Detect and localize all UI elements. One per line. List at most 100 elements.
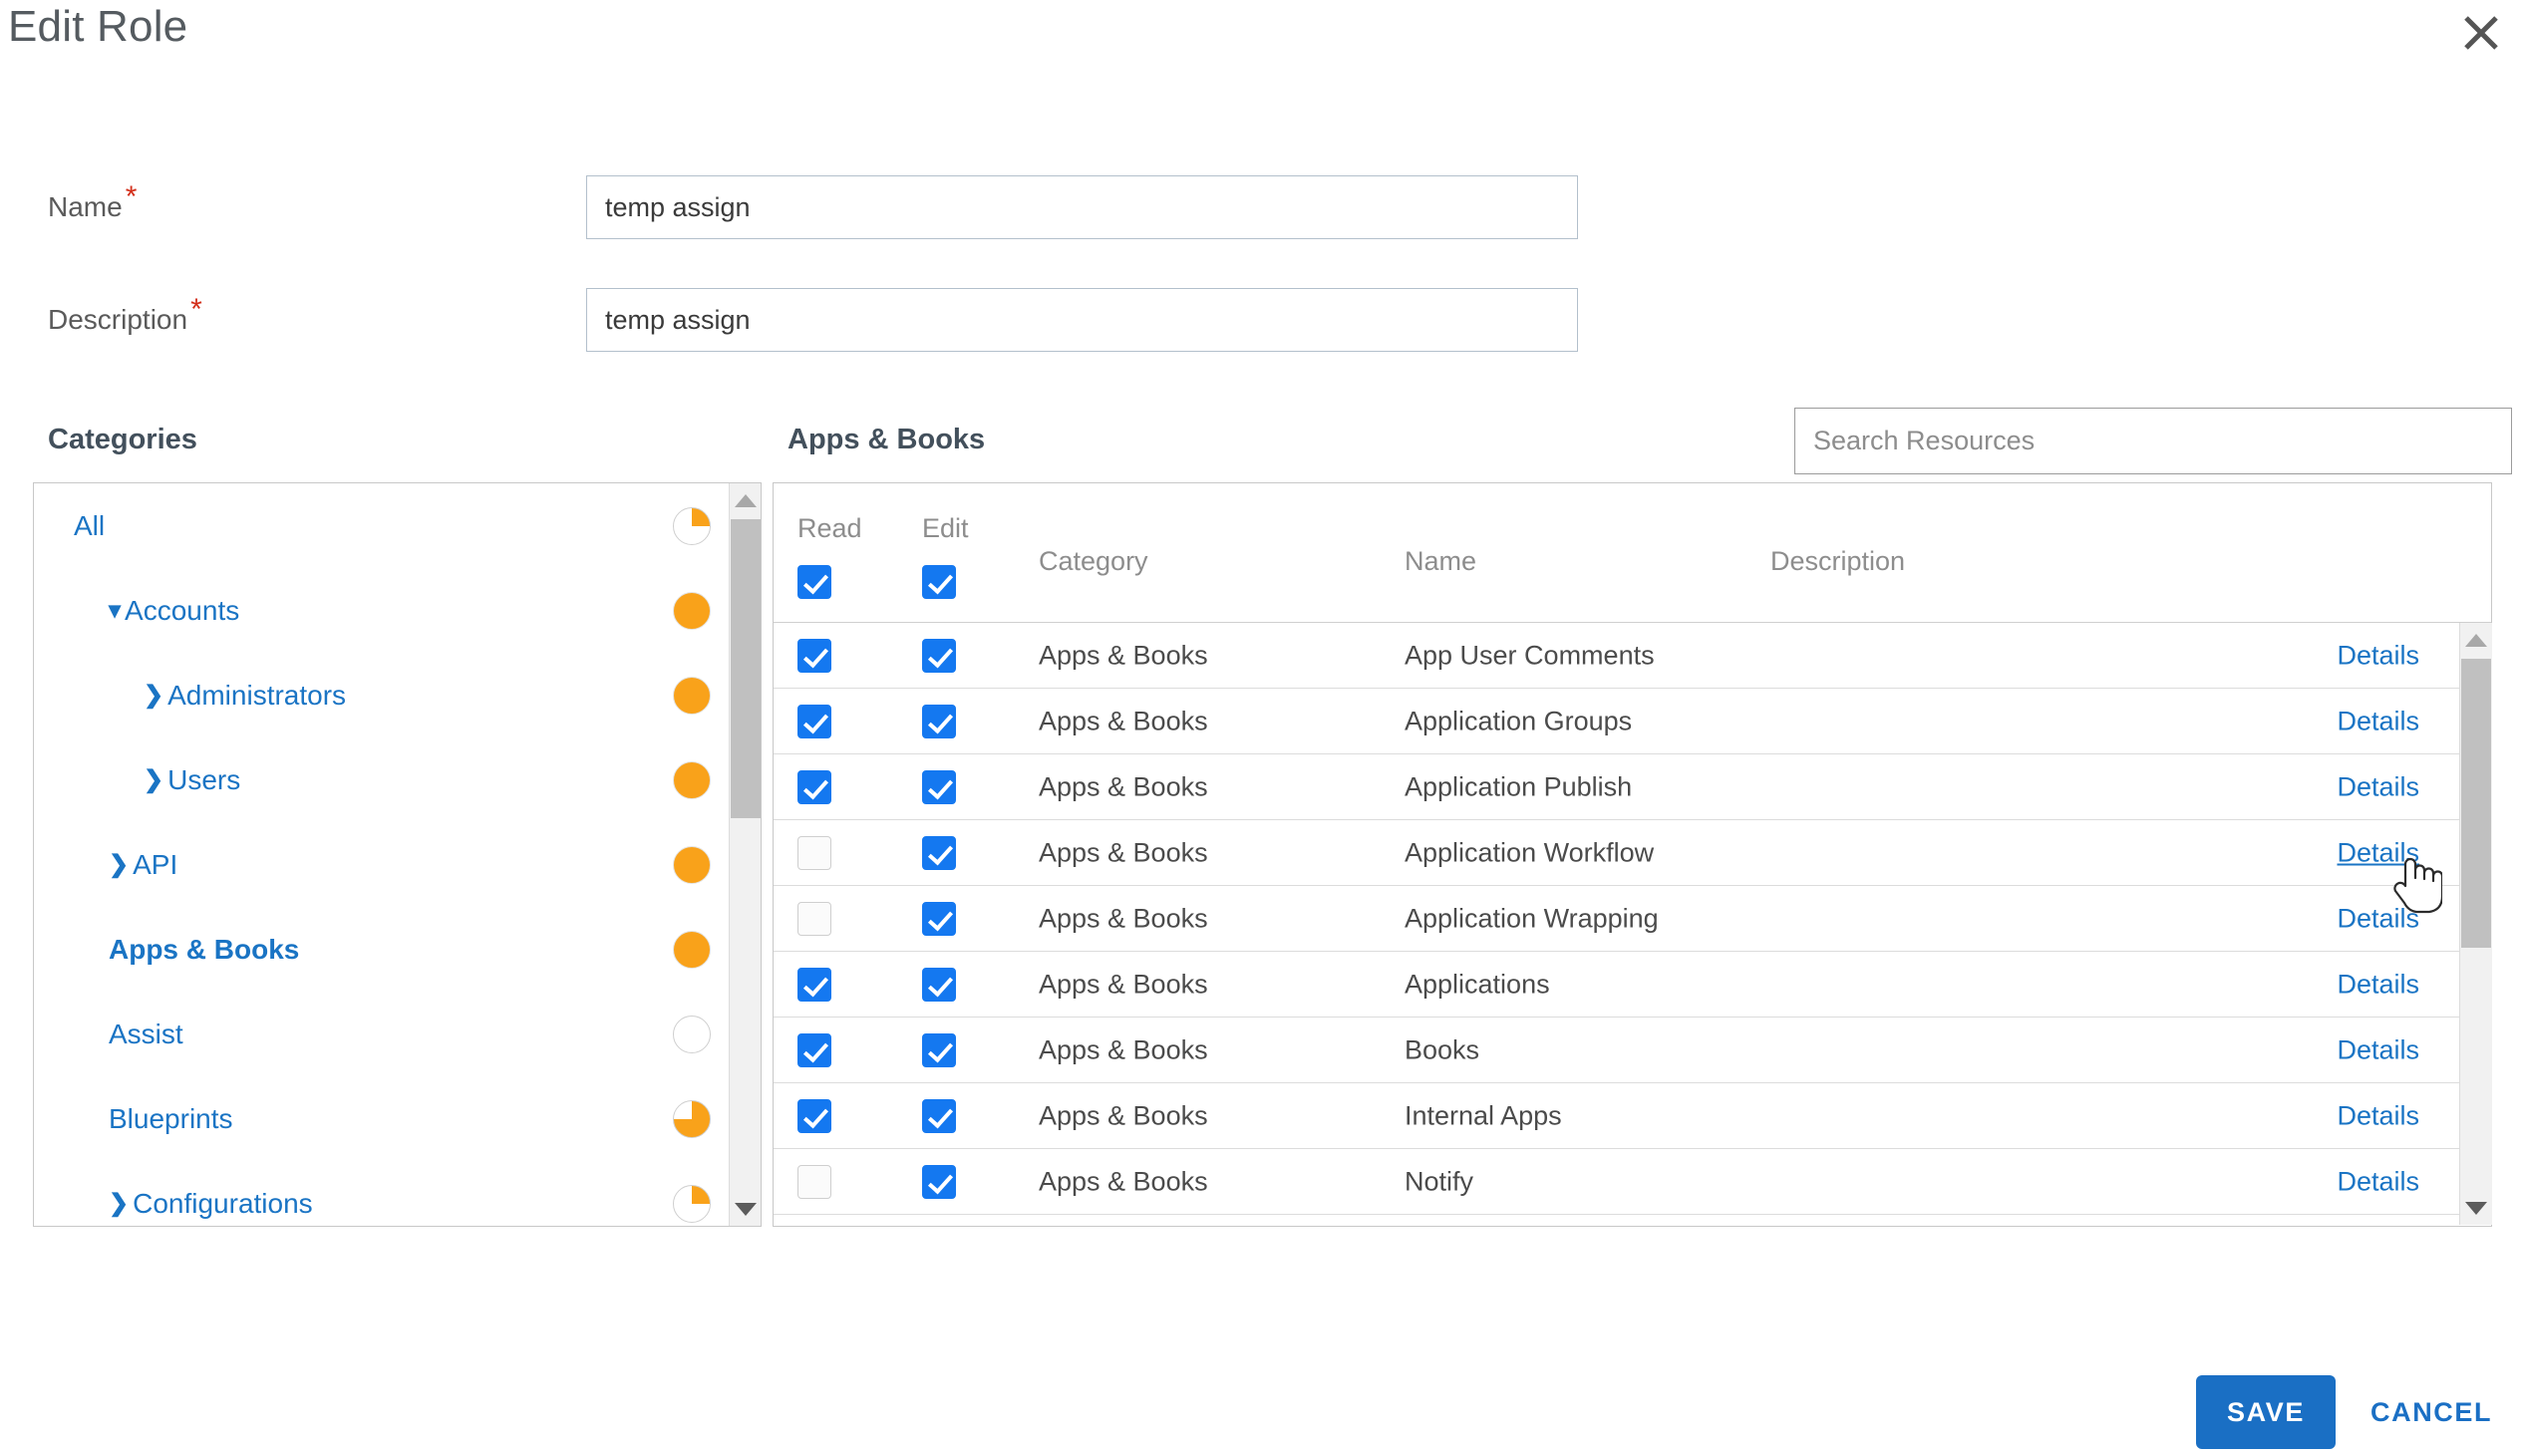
cell-name: App User Comments: [1405, 640, 1655, 670]
search-input[interactable]: [1794, 408, 2512, 474]
category-list: All ▾ Accounts ❯ Administrators ❯ Users ❯ API App…: [34, 483, 729, 1226]
description-required-asterisk: *: [190, 292, 202, 326]
cell-category: Apps & Books: [1039, 1166, 1208, 1196]
read-checkbox[interactable]: [797, 901, 831, 936]
edit-checkbox[interactable]: [922, 1098, 956, 1133]
category-item-configurations[interactable]: ❯ Configurations: [34, 1161, 729, 1226]
category-item-administrators[interactable]: ❯ Administrators: [34, 653, 729, 737]
edit-checkbox[interactable]: [922, 1032, 956, 1067]
column-header-name: Name: [1405, 546, 1477, 576]
cell-category: Apps & Books: [1039, 969, 1208, 999]
resources-scroll-down-icon[interactable]: [2460, 1191, 2492, 1225]
table-row: Apps & Books Application Publish Details: [774, 754, 2461, 820]
cell-name: Application Wrapping: [1405, 903, 1659, 933]
cell-name: Application Publish: [1405, 771, 1633, 801]
cancel-button[interactable]: CANCEL: [2370, 1375, 2492, 1449]
category-permission-pie-icon: [673, 1015, 711, 1053]
chevron-down-icon[interactable]: ▾: [109, 596, 121, 625]
category-permission-pie-icon: [673, 676, 711, 715]
categories-scroll-up-icon[interactable]: [730, 483, 761, 517]
select-all-read-checkbox[interactable]: [797, 565, 831, 599]
resources-scroll-thumb[interactable]: [2461, 659, 2491, 948]
column-header-read: Read: [797, 513, 862, 543]
cell-category: Apps & Books: [1039, 706, 1208, 735]
edit-checkbox[interactable]: [922, 638, 956, 673]
details-link[interactable]: Details: [2337, 771, 2419, 802]
details-link[interactable]: Details: [2337, 969, 2419, 1000]
details-link[interactable]: Details: [2337, 1166, 2419, 1197]
chevron-right-icon[interactable]: ❯: [109, 1189, 129, 1218]
cell-category: Apps & Books: [1039, 837, 1208, 867]
category-item-all[interactable]: All: [34, 483, 729, 568]
details-link[interactable]: Details: [2337, 1034, 2419, 1065]
category-permission-pie-icon: [673, 1184, 711, 1223]
resources-scroll-up-icon[interactable]: [2460, 623, 2492, 657]
resources-scrollbar[interactable]: [2459, 623, 2492, 1225]
edit-checkbox[interactable]: [922, 1164, 956, 1199]
details-link[interactable]: Details: [2337, 1100, 2419, 1131]
description-input[interactable]: [586, 288, 1578, 352]
category-item-accounts[interactable]: ▾ Accounts: [34, 568, 729, 653]
read-checkbox[interactable]: [797, 769, 831, 804]
details-link[interactable]: Details: [2337, 903, 2419, 934]
read-checkbox[interactable]: [797, 1032, 831, 1067]
category-item-label: Administrators: [167, 679, 347, 711]
description-label-text: Description: [48, 304, 188, 335]
category-item-label: API: [133, 848, 178, 880]
name-required-asterisk: *: [125, 179, 138, 213]
chevron-right-icon[interactable]: ❯: [144, 681, 163, 710]
name-label: Name *: [48, 181, 137, 223]
category-item-users[interactable]: ❯ Users: [34, 737, 729, 822]
edit-checkbox[interactable]: [922, 967, 956, 1002]
category-permission-pie-icon: [673, 1099, 711, 1138]
column-header-description: Description: [1770, 546, 1906, 576]
edit-checkbox[interactable]: [922, 769, 956, 804]
name-form-row: Name *: [0, 175, 2524, 239]
category-permission-pie-icon: [673, 506, 711, 545]
table-row: Apps & Books Application Wrapping Details: [774, 886, 2461, 952]
edit-checkbox[interactable]: [922, 704, 956, 738]
close-icon[interactable]: [2456, 8, 2506, 58]
save-button[interactable]: SAVE: [2196, 1375, 2336, 1449]
cell-name: Internal Apps: [1405, 1100, 1562, 1130]
categories-scrollbar[interactable]: [729, 483, 761, 1226]
category-item-api[interactable]: ❯ API: [34, 822, 729, 907]
category-permission-pie-icon: [673, 760, 711, 799]
edit-checkbox[interactable]: [922, 835, 956, 870]
cell-name: Applications: [1405, 969, 1550, 999]
read-checkbox[interactable]: [797, 835, 831, 870]
column-header-category: Category: [1039, 546, 1148, 576]
cell-name: Application Groups: [1405, 706, 1633, 735]
category-item-label: Assist: [109, 1018, 183, 1049]
categories-scroll-down-icon[interactable]: [730, 1192, 761, 1226]
chevron-right-icon[interactable]: ❯: [109, 850, 129, 879]
select-all-edit-checkbox[interactable]: [922, 565, 956, 599]
category-item-apps-books[interactable]: Apps & Books: [34, 907, 729, 992]
read-checkbox[interactable]: [797, 638, 831, 673]
name-input[interactable]: [586, 175, 1578, 239]
details-link[interactable]: Details: [2337, 706, 2419, 736]
cell-name: Application Workflow: [1405, 837, 1655, 867]
read-checkbox[interactable]: [797, 1098, 831, 1133]
name-label-text: Name: [48, 191, 123, 222]
category-item-assist[interactable]: Assist: [34, 992, 729, 1076]
resources-caption: Apps & Books: [788, 424, 986, 455]
category-item-label: All: [74, 509, 106, 541]
details-link[interactable]: Details: [2337, 837, 2419, 868]
edit-checkbox[interactable]: [922, 901, 956, 936]
cell-name: Notify: [1405, 1166, 1474, 1196]
page-title: Edit Role: [8, 2, 188, 51]
category-item-label: Blueprints: [109, 1102, 233, 1134]
details-link[interactable]: Details: [2337, 640, 2419, 671]
cell-category: Apps & Books: [1039, 640, 1208, 670]
categories-scroll-thumb[interactable]: [731, 519, 761, 818]
column-header-edit: Edit: [922, 513, 969, 543]
read-checkbox[interactable]: [797, 967, 831, 1002]
category-item-blueprints[interactable]: Blueprints: [34, 1076, 729, 1161]
read-checkbox[interactable]: [797, 704, 831, 738]
table-row: Apps & Books Notify Details: [774, 1149, 2461, 1215]
table-row: Apps & Books Application Groups Details: [774, 689, 2461, 754]
chevron-right-icon[interactable]: ❯: [144, 765, 163, 794]
read-checkbox[interactable]: [797, 1164, 831, 1199]
table-row: Apps & Books Books Details: [774, 1018, 2461, 1083]
